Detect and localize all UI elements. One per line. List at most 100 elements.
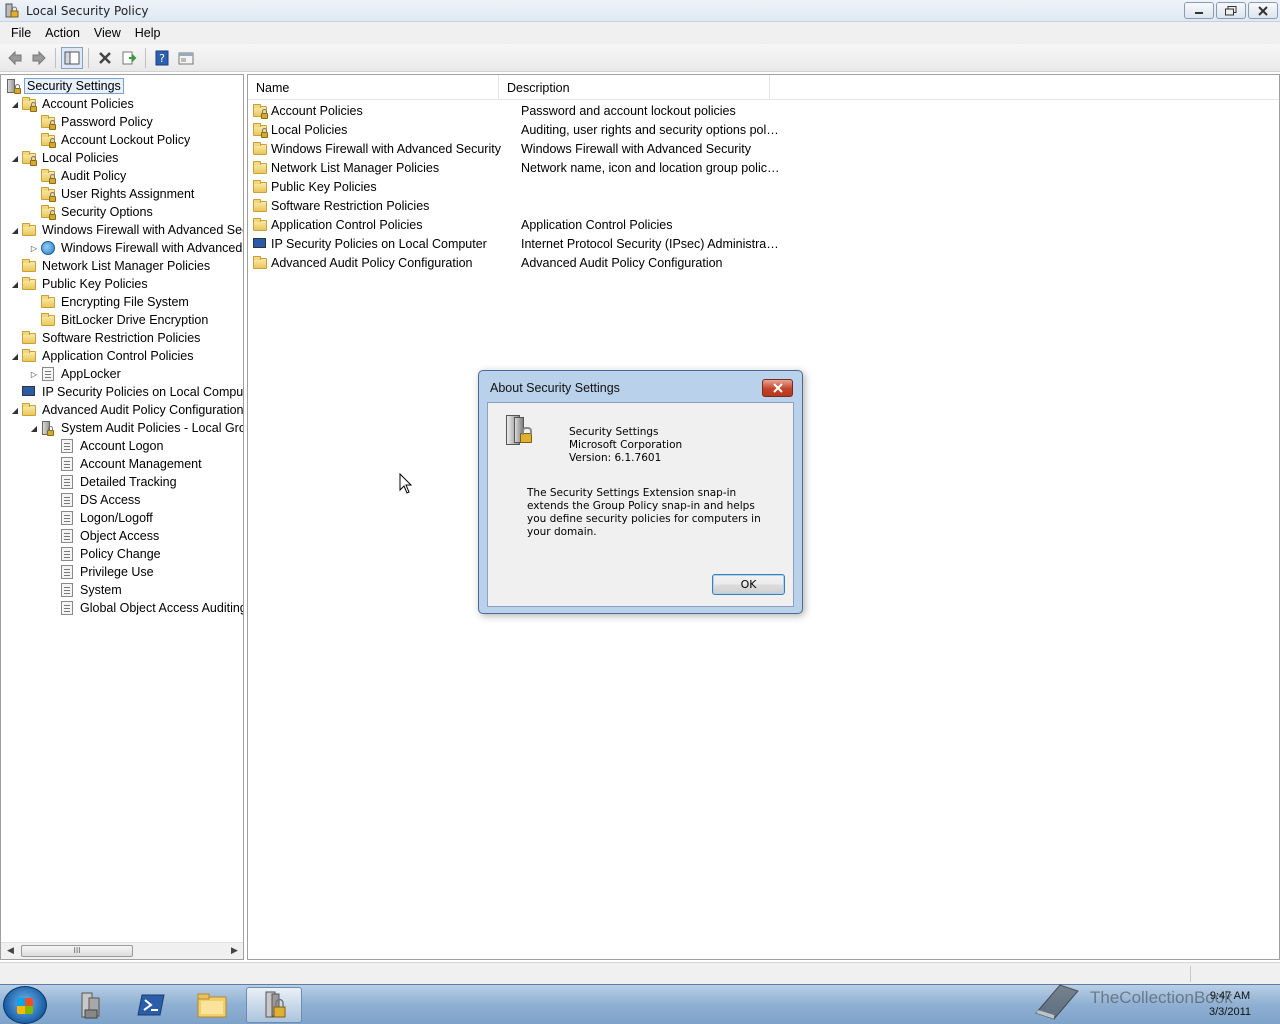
list-item[interactable]: Account Policies Password and account loc…: [252, 101, 781, 120]
clock-time: 9:47 AM: [1209, 990, 1251, 1002]
tree-item[interactable]: Encrypting File System: [28, 293, 191, 311]
taskbar-local-security-policy[interactable]: [246, 987, 302, 1023]
list-item-name: Public Key Policies: [271, 179, 377, 194]
tree-item[interactable]: Audit Policy: [28, 167, 128, 185]
taskbar: [0, 984, 1280, 1024]
menu-help[interactable]: Help: [128, 24, 168, 42]
list-item[interactable]: Advanced Audit Policy Configuration Advan…: [252, 253, 781, 272]
folder-icon: [252, 160, 268, 176]
tree-item[interactable]: Account Logon: [47, 437, 165, 455]
start-button[interactable]: [3, 986, 47, 1024]
taskbar-powershell[interactable]: [123, 987, 179, 1023]
tree-item[interactable]: ◢ Advanced Audit Policy Configuration: [9, 401, 244, 419]
taskbar-explorer[interactable]: [184, 987, 240, 1023]
expanded-arrow-icon[interactable]: ◢: [28, 424, 40, 433]
tree-item[interactable]: Network List Manager Policies: [9, 257, 212, 275]
tree-item-label: Object Access: [80, 529, 160, 543]
tree-item[interactable]: Password Policy: [28, 113, 155, 131]
collapsed-arrow-icon[interactable]: ▷: [28, 244, 40, 253]
tree-item-label: Windows Firewall with Advanced Secu: [42, 223, 244, 237]
list-item-name: IP Security Policies on Local Computer: [271, 236, 487, 251]
tree-item-label: Advanced Audit Policy Configuration: [42, 403, 244, 417]
tree-horizontal-scrollbar[interactable]: ◀ III ▶: [1, 942, 243, 959]
scroll-thumb[interactable]: III: [21, 945, 133, 957]
expanded-arrow-icon[interactable]: ◢: [9, 352, 21, 361]
show-hide-tree-icon: [64, 51, 80, 64]
menu-file[interactable]: File: [4, 24, 38, 42]
list-item[interactable]: Windows Firewall with Advanced Security W…: [252, 139, 781, 158]
list-item-description: Advanced Audit Policy Configuration: [521, 255, 723, 270]
policy-doc-icon: [59, 564, 75, 580]
policy-doc-icon: [40, 366, 56, 382]
local-security-policy-icon: [265, 991, 286, 1018]
list-item[interactable]: Application Control Policies Application …: [252, 215, 781, 234]
security-settings-icon: [5, 78, 21, 94]
expanded-arrow-icon[interactable]: ◢: [9, 100, 21, 109]
tree-item[interactable]: Policy Change: [47, 545, 163, 563]
close-button[interactable]: [1248, 2, 1278, 19]
ok-button[interactable]: OK: [712, 574, 785, 595]
tree-item[interactable]: ▷ AppLocker: [28, 365, 123, 383]
list-item[interactable]: IP Security Policies on Local Computer In…: [252, 234, 781, 253]
export-list-button[interactable]: [118, 47, 140, 69]
folder-icon: [252, 141, 268, 157]
tree-item[interactable]: ◢ Account Policies: [9, 95, 136, 113]
back-button[interactable]: [4, 47, 26, 69]
list-item-name: Software Restriction Policies: [271, 198, 430, 213]
tree-item[interactable]: DS Access: [47, 491, 142, 509]
expanded-arrow-icon[interactable]: ◢: [9, 280, 21, 289]
expanded-arrow-icon[interactable]: ◢: [9, 226, 21, 235]
tree-item-label: BitLocker Drive Encryption: [61, 313, 209, 327]
console-tree: Security Settings ◢ Account Policies Passw…: [0, 74, 244, 960]
tree-item[interactable]: Account Management: [47, 455, 204, 473]
forward-button[interactable]: [28, 47, 50, 69]
menu-view[interactable]: View: [87, 24, 128, 42]
taskbar-server-manager[interactable]: [62, 987, 118, 1023]
restore-button[interactable]: [1216, 2, 1246, 19]
restore-icon: [1225, 5, 1237, 15]
tree-item[interactable]: ▷ Windows Firewall with Advanced: [28, 239, 243, 257]
scroll-left-arrow-icon[interactable]: ◀: [7, 946, 14, 956]
tree-item[interactable]: IP Security Policies on Local Compute: [9, 383, 243, 401]
minimize-button[interactable]: [1184, 2, 1214, 19]
tree-item[interactable]: Global Object Access Auditing: [47, 599, 244, 617]
tree-item[interactable]: User Rights Assignment: [28, 185, 196, 203]
column-header-description[interactable]: Description: [499, 75, 770, 100]
tree-item[interactable]: Security Options: [28, 203, 155, 221]
list-item[interactable]: Network List Manager Policies Network nam…: [252, 158, 781, 177]
tree-item[interactable]: ◢ Windows Firewall with Advanced Secu: [9, 221, 244, 239]
tree-root-security-settings[interactable]: Security Settings: [5, 77, 124, 95]
list-item[interactable]: Public Key Policies: [252, 177, 781, 196]
tree-item[interactable]: System: [47, 581, 124, 599]
tree-item[interactable]: ◢ System Audit Policies - Local Grou: [28, 419, 243, 437]
properties-button[interactable]: [175, 47, 197, 69]
list-item[interactable]: Software Restriction Policies: [252, 196, 781, 215]
tree-item[interactable]: Account Lockout Policy: [28, 131, 192, 149]
tree-item[interactable]: ◢ Public Key Policies: [9, 275, 150, 293]
tree-item[interactable]: ◢ Local Policies: [9, 149, 120, 167]
list-item-description: Network name, icon and location group po…: [521, 160, 781, 175]
dialog-close-button[interactable]: [762, 379, 793, 397]
tree-item[interactable]: Object Access: [47, 527, 161, 545]
explorer-icon: [197, 993, 227, 1018]
tree-item[interactable]: ◢ Application Control Policies: [9, 347, 195, 365]
scroll-right-arrow-icon[interactable]: ▶: [231, 946, 238, 956]
tree-item[interactable]: Software Restriction Policies: [9, 329, 202, 347]
tree-item-label: Global Object Access Auditing: [80, 601, 244, 615]
folder-lock-icon: [252, 122, 268, 138]
tree-item-label: Logon/Logoff: [80, 511, 153, 525]
column-header-name[interactable]: Name: [248, 75, 499, 100]
list-item[interactable]: Local Policies Auditing, user rights and …: [252, 120, 781, 139]
tree-item[interactable]: Detailed Tracking: [47, 473, 179, 491]
clock[interactable]: 9:47 AM 3/3/2011: [1195, 988, 1265, 1020]
expanded-arrow-icon[interactable]: ◢: [9, 406, 21, 415]
delete-button[interactable]: [94, 47, 116, 69]
menu-action[interactable]: Action: [38, 24, 87, 42]
collapsed-arrow-icon[interactable]: ▷: [28, 370, 40, 379]
show-hide-tree-button[interactable]: [61, 46, 83, 69]
tree-item[interactable]: Privilege Use: [47, 563, 156, 581]
tree-item[interactable]: Logon/Logoff: [47, 509, 155, 527]
expanded-arrow-icon[interactable]: ◢: [9, 154, 21, 163]
tree-item[interactable]: BitLocker Drive Encryption: [28, 311, 210, 329]
help-button[interactable]: ?: [151, 47, 173, 69]
